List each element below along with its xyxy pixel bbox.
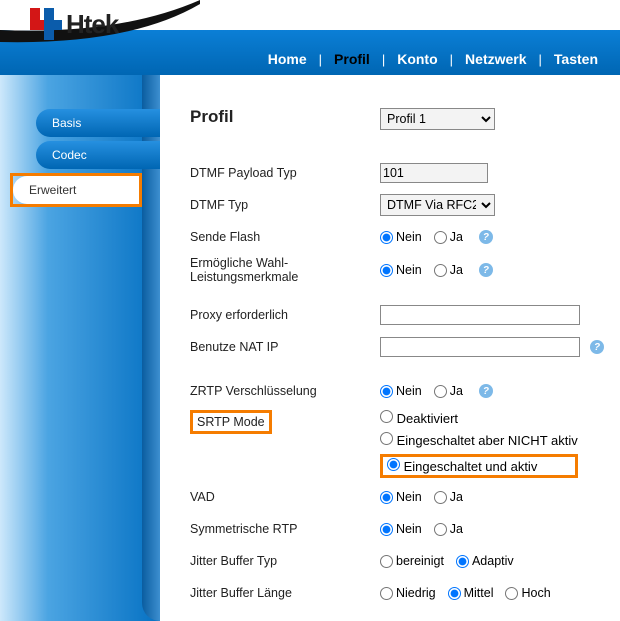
select-dtmf-typ[interactable]: DTMF Via RFC28 — [380, 194, 495, 216]
wahl-ja[interactable]: Ja — [434, 263, 463, 277]
input-proxy[interactable] — [380, 305, 580, 325]
label-dtmf-typ: DTMF Typ — [190, 198, 380, 212]
zrtp-nein[interactable]: Nein — [380, 384, 422, 398]
zrtp-ja[interactable]: Ja — [434, 384, 463, 398]
highlight-erweitert: Erweitert — [10, 173, 142, 207]
vad-ja[interactable]: Ja — [434, 490, 463, 504]
label-proxy: Proxy erforderlich — [190, 308, 380, 322]
topbar: Htek Home| Profil| Konto| Netzwerk| Tast… — [0, 0, 620, 75]
label-jb-typ: Jitter Buffer Typ — [190, 554, 380, 568]
input-nat-ip[interactable] — [380, 337, 580, 357]
label-sende-flash: Sende Flash — [190, 230, 380, 244]
wahl-nein[interactable]: Nein — [380, 263, 422, 277]
nav-konto[interactable]: Konto — [385, 51, 449, 67]
profile-select[interactable]: Profil 1 — [380, 108, 495, 130]
label-dtmf-payload: DTMF Payload Typ — [190, 166, 380, 180]
jblen-niedrig[interactable]: Niedrig — [380, 586, 436, 600]
label-nat-ip: Benutze NAT IP — [190, 340, 380, 354]
nav-tasten[interactable]: Tasten — [542, 51, 610, 67]
label-jb-len: Jitter Buffer Länge — [190, 586, 380, 600]
sende-flash-nein[interactable]: Nein — [380, 230, 422, 244]
top-nav: Home| Profil| Konto| Netzwerk| Tasten — [256, 51, 610, 67]
jbtyp-adaptiv[interactable]: Adaptiv — [456, 554, 514, 568]
symrtp-ja[interactable]: Ja — [434, 522, 463, 536]
logo: Htek — [30, 8, 118, 40]
highlight-srtp-label: SRTP Mode — [190, 410, 272, 434]
jbtyp-bereinigt[interactable]: bereinigt — [380, 554, 444, 568]
page-title: Profil — [190, 107, 380, 127]
help-icon[interactable]: ? — [479, 230, 493, 244]
help-icon[interactable]: ? — [590, 340, 604, 354]
brand-text: Htek — [66, 9, 118, 40]
label-vad: VAD — [190, 490, 380, 504]
input-dtmf-payload[interactable] — [380, 163, 488, 183]
nav-home[interactable]: Home — [256, 51, 319, 67]
sidebar: Basis Codec Erweitert — [0, 75, 160, 621]
label-sym-rtp: Symmetrische RTP — [190, 522, 380, 536]
jblen-hoch[interactable]: Hoch — [505, 586, 550, 600]
srtp-deaktiviert[interactable]: Deaktiviert — [380, 410, 578, 426]
srtp-on-active[interactable]: Eingeschaltet und aktiv — [387, 458, 537, 474]
vad-nein[interactable]: Nein — [380, 490, 422, 504]
symrtp-nein[interactable]: Nein — [380, 522, 422, 536]
highlight-srtp-active: Eingeschaltet und aktiv — [380, 454, 578, 478]
sidebar-item-codec[interactable]: Codec — [36, 141, 160, 169]
jblen-mittel[interactable]: Mittel — [448, 586, 494, 600]
label-srtp: SRTP Mode — [197, 415, 265, 429]
sidebar-item-erweitert[interactable]: Erweitert — [13, 176, 139, 204]
content-area: Profil Profil 1 DTMF Payload Typ DTMF Ty… — [160, 75, 620, 621]
label-wahl: Ermögliche Wahl-Leistungsmerkmale — [190, 256, 380, 284]
logo-icon — [30, 8, 62, 40]
sende-flash-ja[interactable]: Ja — [434, 230, 463, 244]
nav-netzwerk[interactable]: Netzwerk — [453, 51, 538, 67]
label-zrtp: ZRTP Verschlüsselung — [190, 384, 380, 398]
help-icon[interactable]: ? — [479, 384, 493, 398]
nav-profil[interactable]: Profil — [322, 51, 382, 67]
help-icon[interactable]: ? — [479, 263, 493, 277]
sidebar-item-basis[interactable]: Basis — [36, 109, 160, 137]
srtp-on-inactive[interactable]: Eingeschaltet aber NICHT aktiv — [380, 432, 578, 448]
